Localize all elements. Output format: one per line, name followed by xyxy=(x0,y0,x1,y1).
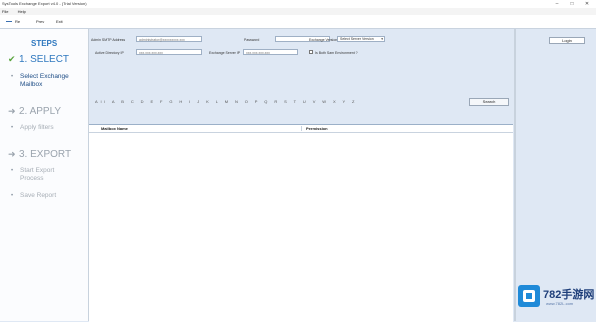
maximize-icon[interactable]: □ xyxy=(567,0,577,8)
substep-select-line1: Select Exchange xyxy=(20,73,69,80)
ad-ip-label: Active Directory IP xyxy=(95,51,124,55)
col-permission[interactable]: Permission xyxy=(306,125,328,132)
bullet-icon: • xyxy=(11,125,14,131)
chevron-down-icon: ▾ xyxy=(381,37,383,41)
exchange-version-value: Select Server Version xyxy=(340,37,374,41)
menu-file[interactable]: File xyxy=(2,9,8,14)
steps-title: STEPS xyxy=(31,39,58,48)
title-bar: SysTools Exchange Export v4.0 - (Trial V… xyxy=(0,0,596,8)
column-divider xyxy=(301,126,302,131)
substep-export-line1: Start Export xyxy=(20,167,55,174)
bullet-icon: • xyxy=(11,193,14,199)
step-apply-label: 2. APPLY xyxy=(19,106,62,117)
check-icon: ✔ xyxy=(8,54,16,64)
toolbar: Re Prev Exit xyxy=(0,15,596,29)
ad-ip-input[interactable]: xxx.xxx.xxx.xxx xyxy=(136,49,202,55)
substep-select-line2: Mailbox xyxy=(20,81,43,88)
substep-export-line3: Save Report xyxy=(20,192,57,199)
main-area: Admin SMTP Address administrator@xxxxxxx… xyxy=(89,29,513,322)
minimize-icon[interactable]: – xyxy=(552,0,562,8)
substep-export-line2: Process xyxy=(20,175,44,182)
admin-smtp-label: Admin SMTP Address xyxy=(91,38,126,42)
exchange-version-select[interactable]: Select Server Version ▾ xyxy=(337,36,385,42)
connection-panel: Admin SMTP Address administrator@xxxxxxx… xyxy=(89,29,513,124)
close-icon[interactable]: ✕ xyxy=(582,0,592,8)
login-button[interactable]: Login xyxy=(549,37,585,44)
col-mailbox-name[interactable]: Mailbox Name xyxy=(101,125,128,132)
both-env-checkbox[interactable] xyxy=(309,50,313,54)
bullet-icon: • xyxy=(11,74,14,80)
watermark-brand: 782手游网 xyxy=(543,289,595,301)
substep-apply-line1: Apply filters xyxy=(20,124,54,131)
alphabet-filter[interactable]: All A B C D E F G H I J K L M N O P Q R … xyxy=(95,99,357,104)
menu-bar: File Help xyxy=(0,8,596,15)
panel-divider xyxy=(515,29,516,321)
both-env-label: Is Both Sam Environment ? xyxy=(315,51,358,55)
toolbar-prev[interactable]: Prev xyxy=(36,15,44,28)
arrow-icon: ➜ xyxy=(8,106,16,116)
menu-help[interactable]: Help xyxy=(18,9,26,14)
toolbar-exit[interactable]: Exit xyxy=(56,15,63,28)
exchange-version-label: Exchange Version xyxy=(309,38,338,42)
back-icon[interactable] xyxy=(6,21,12,22)
search-button[interactable]: Search xyxy=(469,98,509,106)
mailbox-grid: Mailbox Name Permission xyxy=(89,124,513,322)
toolbar-refresh[interactable]: Re xyxy=(15,15,20,28)
admin-smtp-input[interactable]: administrator@xxxxxxxxx.xxx xyxy=(136,36,202,42)
watermark: 782手游网 www.782L.com xyxy=(518,283,594,317)
step-export-label: 3. EXPORT xyxy=(19,149,72,160)
grid-header: Mailbox Name Permission xyxy=(89,125,513,133)
exchange-ip-label: Exchange Server IP xyxy=(209,51,241,55)
step-select-label: 1. SELECT xyxy=(19,54,70,65)
watermark-url: www.782L.com xyxy=(546,301,574,306)
arrow-icon: ➜ xyxy=(8,149,16,159)
window-title: SysTools Exchange Export v4.0 - (Trial V… xyxy=(2,1,87,6)
password-label: Password xyxy=(244,38,260,42)
steps-sidebar: STEPS ✔ 1. SELECT • Select Exchange Mail… xyxy=(0,29,89,321)
exchange-ip-input[interactable]: xxx.xxx.xxx.xxx xyxy=(243,49,298,55)
right-panel: Login xyxy=(514,29,596,321)
bullet-icon: • xyxy=(11,168,14,174)
watermark-logo-icon xyxy=(518,285,540,307)
